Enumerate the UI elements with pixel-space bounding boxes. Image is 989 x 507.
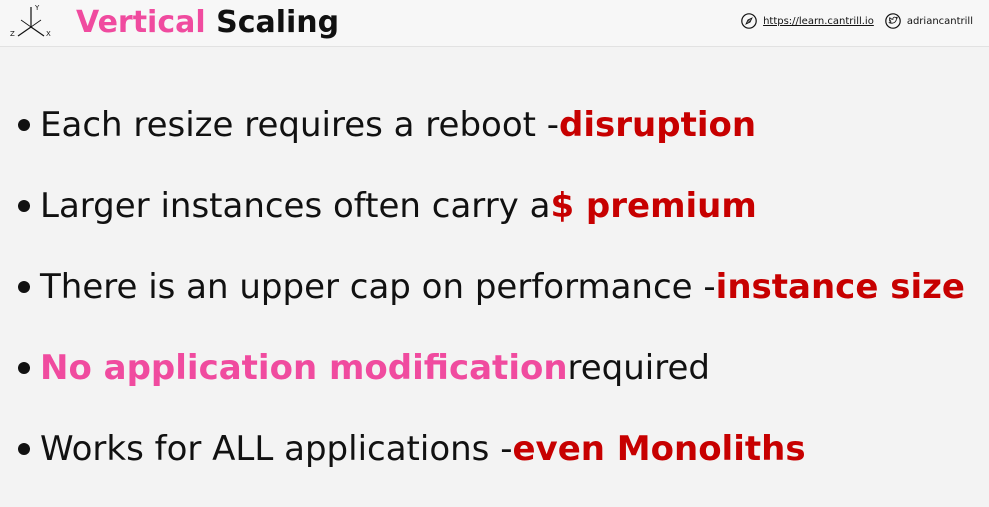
bullet-emphasis: No application modification [40,348,568,388]
bullet-lead: Larger instances often carry a [40,186,551,226]
bullet-point-icon [18,281,30,293]
bullet-emphasis: disruption [559,105,757,145]
slide: Y Z X Vertical Scaling https://learn.can… [0,0,989,501]
bullet-point-icon [18,362,30,374]
twitter-icon [885,13,901,29]
twitter-handle[interactable]: adriancantrill [907,16,973,27]
bullet-lead: Works for ALL applications - [40,429,513,469]
slide-header: Y Z X Vertical Scaling https://learn.can… [0,0,989,47]
bullet-lead: Each resize requires a reboot - [40,105,560,145]
bullet-emphasis: even Monoliths [512,429,806,469]
website-link[interactable]: https://learn.cantrill.io [740,12,874,30]
axis-icon: Y Z X [10,4,51,38]
bullet-point-icon [18,200,30,212]
bullet-item: No application modification required [18,345,965,391]
bullet-emphasis: $ premium [550,186,757,226]
bullet-item: Works for ALL applications - even Monoli… [18,426,965,472]
axis-label-z: Z [10,30,15,38]
bullet-emphasis: instance size [715,267,965,307]
bullet-lead: There is an upper cap on performance - [40,267,716,307]
title-rest: Scaling [216,5,340,40]
website-url[interactable]: https://learn.cantrill.io [763,16,874,27]
bullet-list: Each resize requires a reboot - disrupti… [18,102,965,507]
bullet-point-icon [18,119,30,131]
compass-icon [741,13,757,29]
bullet-item: There is an upper cap on performance - i… [18,264,965,310]
bullet-item: Each resize requires a reboot - disrupti… [18,102,965,148]
bullet-point-icon [18,443,30,455]
axis-label-x: X [46,30,51,38]
axis-label-y: Y [34,4,40,12]
bullet-tail: required [567,348,710,388]
header-links: https://learn.cantrill.io adriancantrill [740,12,973,30]
title-accent: Vertical [76,5,206,40]
slide-title: Vertical Scaling [76,3,339,43]
twitter-link[interactable]: adriancantrill [884,12,973,30]
bullet-item: Larger instances often carry a $ premium [18,183,965,229]
